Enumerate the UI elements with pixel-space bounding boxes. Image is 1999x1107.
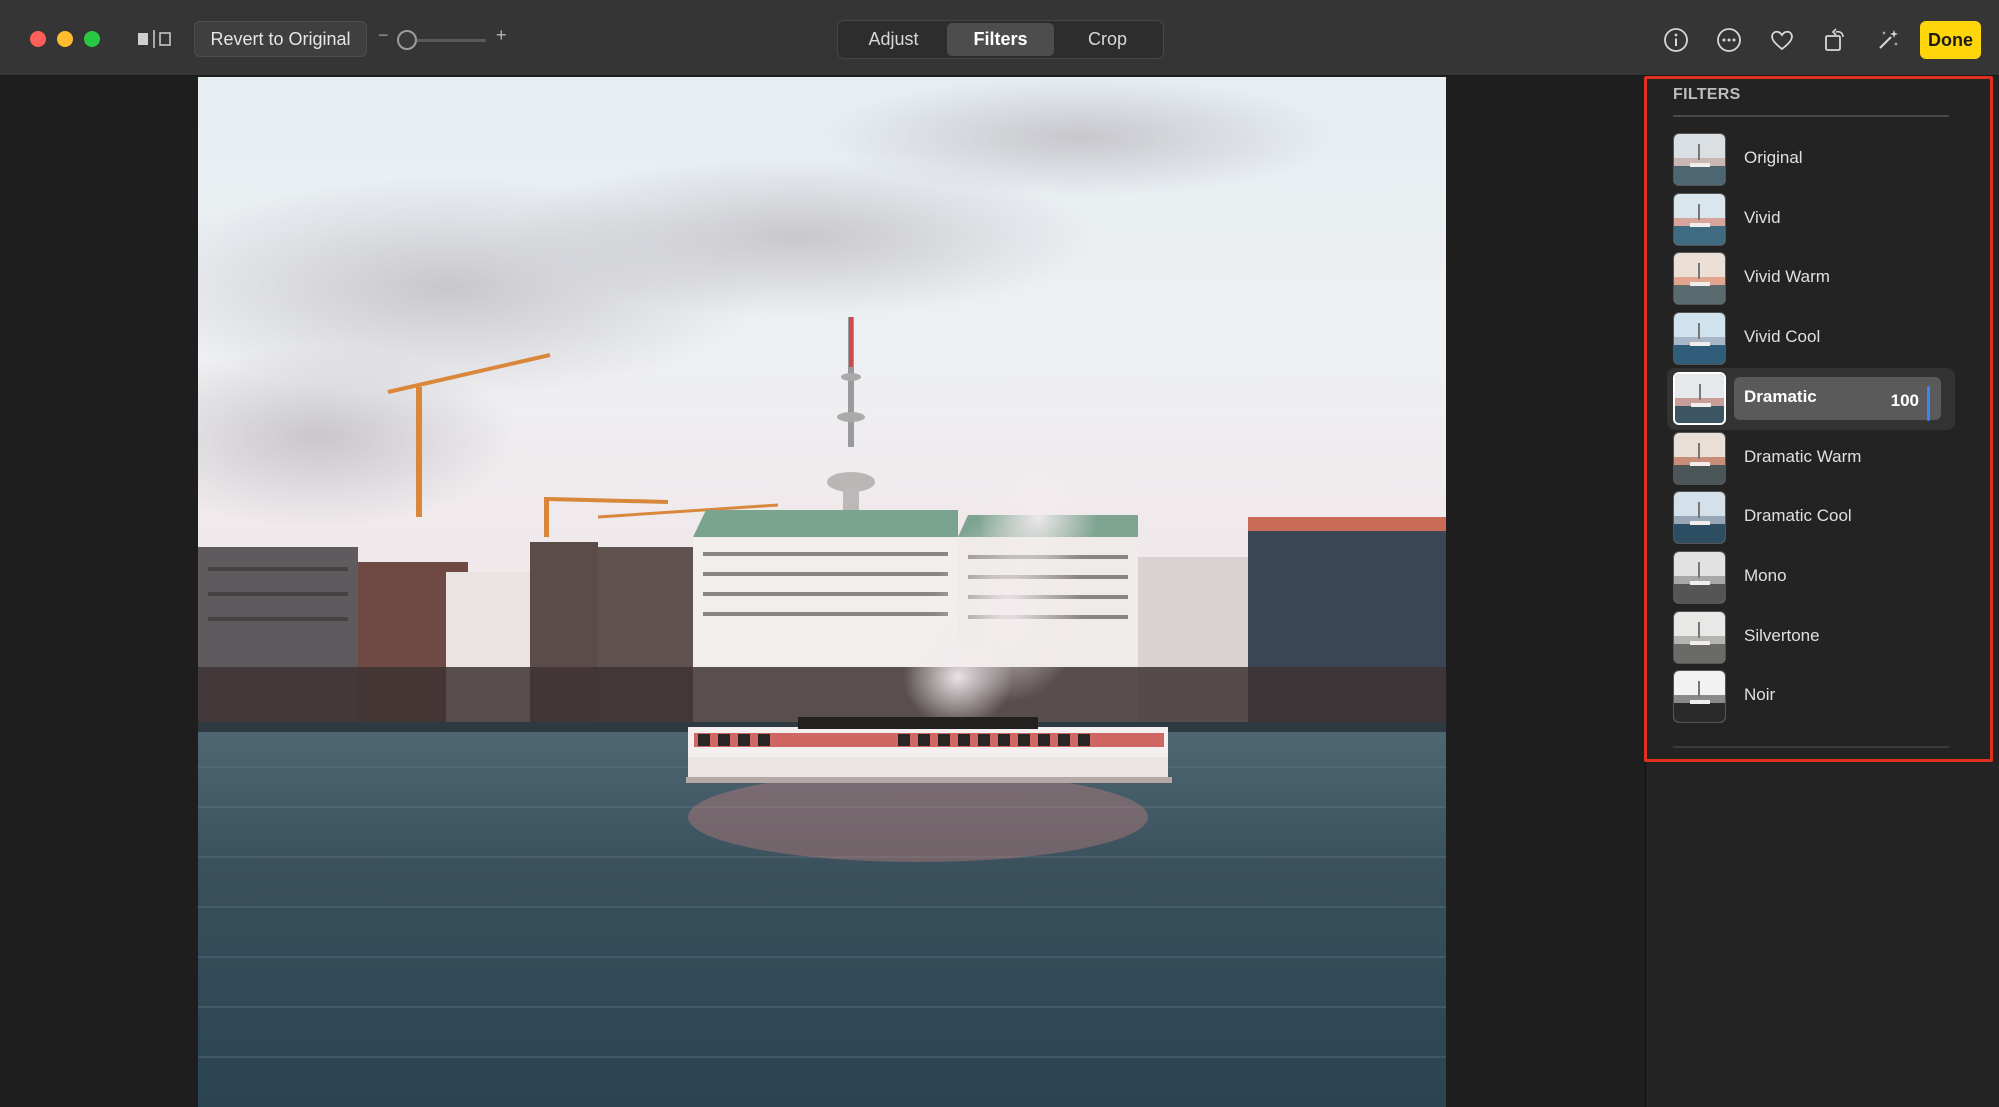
filter-thumbnail[interactable] [1673,670,1726,723]
revert-to-original-button[interactable]: Revert to Original [194,21,367,57]
filter-item-dramatic[interactable]: 100 Dramatic [1667,368,1955,430]
edit-mode-tabs: Adjust Filters Crop [837,20,1164,59]
filter-thumbnail[interactable] [1673,551,1726,604]
close-window-button[interactable] [30,31,46,47]
zoom-window-button[interactable] [84,31,100,47]
filter-thumbnail[interactable] [1673,312,1726,365]
compare-split-icon[interactable] [135,29,173,49]
tab-filters[interactable]: Filters [947,23,1054,56]
zoom-slider-knob[interactable] [397,30,417,50]
photo-image [198,77,1446,1107]
filter-thumbnail[interactable] [1673,193,1726,246]
filter-label: Dramatic Cool [1744,506,1852,525]
edited-photo[interactable] [198,77,1446,1107]
heart-icon[interactable] [1769,27,1795,53]
filter-label: Silvertone [1744,626,1820,645]
done-button[interactable]: Done [1920,21,1981,59]
filters-title: FILTERS [1673,86,1741,103]
filter-item-dramatic-cool[interactable]: Dramatic Cool [1673,491,1949,545]
intensity-slider-handle[interactable] [1927,386,1930,421]
filter-intensity-value: 100 [1890,391,1919,410]
filter-item-silvertone[interactable]: Silvertone [1673,611,1949,665]
filter-label: Vivid Warm [1744,267,1830,286]
filter-item-dramatic-warm[interactable]: Dramatic Warm [1673,432,1949,486]
filter-label: Noir [1744,685,1776,704]
zoom-in-icon[interactable]: + [496,25,507,46]
filter-label: Mono [1744,566,1787,585]
filter-thumbnail[interactable] [1673,432,1726,485]
filter-thumbnail[interactable] [1673,372,1726,425]
filter-label: Dramatic [1744,387,1817,406]
tab-adjust[interactable]: Adjust [840,23,947,56]
toolbar: Revert to Original − + Adjust Filters Cr… [0,0,1999,76]
filter-thumbnail[interactable] [1673,133,1726,186]
filter-label: Vivid [1744,208,1781,227]
zoom-out-icon[interactable]: − [378,25,389,46]
filter-item-original[interactable]: Original [1673,133,1949,187]
filter-item-mono[interactable]: Mono [1673,551,1949,605]
filter-item-vivid[interactable]: Vivid [1673,193,1949,247]
more-icon[interactable] [1716,27,1742,53]
filter-item-vivid-cool[interactable]: Vivid Cool [1673,312,1949,366]
rotate-icon[interactable] [1822,27,1848,53]
tab-crop[interactable]: Crop [1054,23,1161,56]
filter-label: Vivid Cool [1744,327,1821,346]
filter-label: Dramatic Warm [1744,447,1862,466]
filter-thumbnail[interactable] [1673,491,1726,544]
info-icon[interactable] [1663,27,1689,53]
filter-thumbnail[interactable] [1673,611,1726,664]
minimize-window-button[interactable] [57,31,73,47]
divider [1673,746,1949,748]
filter-item-noir[interactable]: Noir [1673,670,1949,724]
filter-thumbnail[interactable] [1673,252,1726,305]
divider [1673,115,1949,117]
magic-wand-icon[interactable] [1875,27,1901,53]
filter-label: Original [1744,148,1803,167]
filter-item-vivid-warm[interactable]: Vivid Warm [1673,252,1949,306]
